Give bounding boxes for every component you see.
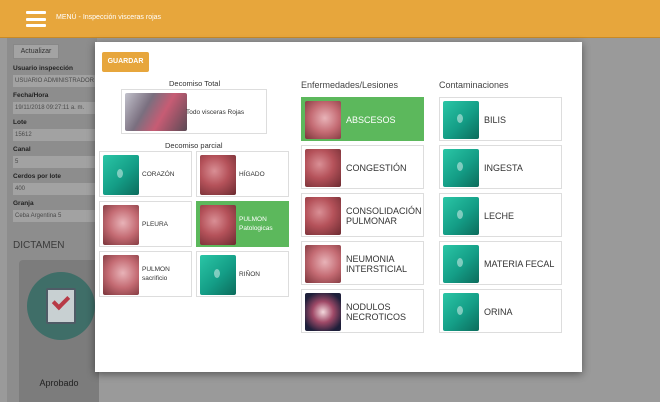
contamination-title: Contaminaciones xyxy=(439,80,509,90)
partial-seizure-title: Decomiso parcial xyxy=(165,141,223,150)
green-placeholder-icon xyxy=(443,101,479,139)
pigs-per-lot-label: Cerdos por lote xyxy=(13,173,62,180)
pigs-per-lot-value: 400 xyxy=(13,183,97,195)
disease-label: ABSCESOS xyxy=(346,115,396,125)
partial-item-pleura[interactable]: PLEURA xyxy=(99,201,192,247)
total-seizure-title: Decomiso Total xyxy=(169,79,221,88)
lot-value: 15612 xyxy=(13,129,97,141)
save-button[interactable]: GUARDAR xyxy=(102,52,149,72)
partial-item-label: PULMON Patologicas xyxy=(239,216,273,232)
partial-item-label: PULMON sacrificio xyxy=(142,266,170,282)
disease-nodulos-necroticos[interactable]: NODULOS NECROTICOS xyxy=(301,289,424,333)
user-label: Usuario inspección xyxy=(13,65,73,72)
partial-item-label: RIÑON xyxy=(239,271,260,278)
datetime-label: Fecha/Hora xyxy=(13,92,49,99)
approve-button[interactable]: Aprobado xyxy=(19,260,99,402)
disease-label: CONSOLIDACIÓN PULMONAR xyxy=(346,206,422,226)
disease-label: NEUMONIA INTERSTICIAL xyxy=(346,254,408,274)
lot-label: Lote xyxy=(13,119,27,126)
partial-item-higado[interactable]: HÍGADO xyxy=(196,151,289,197)
green-placeholder-icon xyxy=(443,149,479,187)
total-seizure-label: Todo visceras Rojas xyxy=(186,109,245,116)
top-bar: MENÚ - Inspección visceras rojas xyxy=(0,0,660,38)
contamination-ingesta[interactable]: INGESTA xyxy=(439,145,562,189)
refresh-button[interactable]: Actualizar xyxy=(13,44,59,59)
partial-item-label: CORAZÓN xyxy=(142,171,175,178)
disease-neumonia-intersticial[interactable]: NEUMONIA INTERSTICIAL xyxy=(301,241,424,285)
user-value: USUARIO ADMINISTRADOR xyxy=(13,75,97,87)
contamination-label: ORINA xyxy=(484,307,513,317)
approve-icon xyxy=(27,272,95,340)
total-seizure-tile[interactable]: Todo visceras Rojas xyxy=(121,89,267,134)
green-placeholder-icon xyxy=(443,293,479,331)
contamination-label: INGESTA xyxy=(484,163,523,173)
farm-label: Granja xyxy=(13,200,34,207)
consolidation-photo xyxy=(305,197,341,235)
partial-item-corazon[interactable]: CORAZÓN xyxy=(99,151,192,197)
green-placeholder-icon xyxy=(200,255,236,295)
contamination-leche[interactable]: LECHE xyxy=(439,193,562,237)
approve-label: Aprobado xyxy=(39,378,79,388)
diseases-title: Enfermedades/Lesiones xyxy=(301,80,399,90)
partial-item-pulmon-patologicas[interactable]: PULMON Patologicas xyxy=(196,201,289,247)
partial-item-label: PLEURA xyxy=(142,221,169,228)
viscera-inspection-modal: GUARDAR Decomiso Total Todo visceras Roj… xyxy=(95,42,582,372)
lung-photo xyxy=(103,255,139,295)
channel-label: Canal xyxy=(13,146,31,153)
contamination-label: BILIS xyxy=(484,115,507,125)
abscess-photo xyxy=(305,101,341,139)
green-placeholder-icon xyxy=(103,155,139,195)
pleura-photo xyxy=(103,205,139,245)
menu-icon[interactable] xyxy=(26,11,46,27)
green-placeholder-icon xyxy=(443,197,479,235)
partial-item-rinon[interactable]: RIÑON xyxy=(196,251,289,297)
partial-item-pulmon-sacrificio[interactable]: PULMON sacrificio xyxy=(99,251,192,297)
partial-item-label: HÍGADO xyxy=(239,171,265,178)
contamination-bilis[interactable]: BILIS xyxy=(439,97,562,141)
dictamen-heading: DICTAMEN xyxy=(13,240,65,251)
liver-photo xyxy=(200,155,236,195)
disease-label: NODULOS NECROTICOS xyxy=(346,302,407,322)
disease-abscesos[interactable]: ABSCESOS xyxy=(301,97,424,141)
disease-congestion[interactable]: CONGESTIÓN xyxy=(301,145,424,189)
farm-value: Ceba Argentina 5 xyxy=(13,210,97,222)
page-title: MENÚ - Inspección visceras rojas xyxy=(56,14,162,21)
congestion-photo xyxy=(305,149,341,187)
contamination-orina[interactable]: ORINA xyxy=(439,289,562,333)
contamination-label: MATERIA FECAL xyxy=(484,259,555,269)
datetime-value: 19/11/2018 09:27:11 a. m. xyxy=(13,102,97,114)
channel-value: 5 xyxy=(13,156,97,168)
disease-label: CONGESTIÓN xyxy=(346,163,407,173)
pneumonia-photo xyxy=(305,245,341,283)
inspection-info-panel: Actualizar Usuario inspección USUARIO AD… xyxy=(7,38,99,402)
disease-consolidacion-pulmonar[interactable]: CONSOLIDACIÓN PULMONAR xyxy=(301,193,424,237)
contamination-label: LECHE xyxy=(484,211,515,221)
nodules-photo xyxy=(305,293,341,331)
green-placeholder-icon xyxy=(443,245,479,283)
lung-photo xyxy=(200,205,236,245)
viscera-photo xyxy=(125,93,187,131)
contamination-materia-fecal[interactable]: MATERIA FECAL xyxy=(439,241,562,285)
